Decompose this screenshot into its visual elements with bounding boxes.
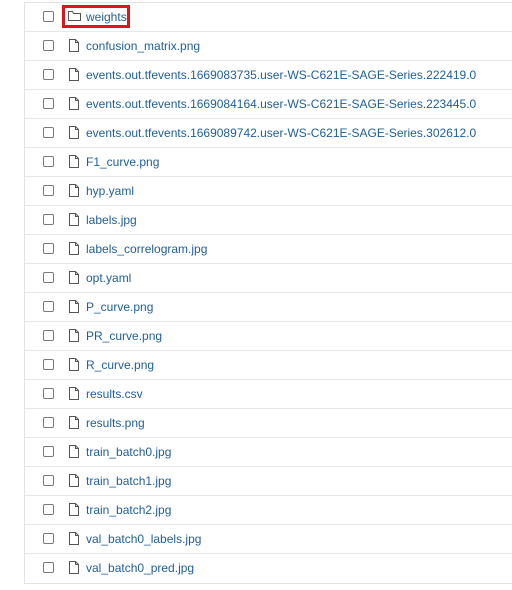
file-row[interactable]: labels_correlogram.jpg	[25, 235, 512, 264]
select-checkbox[interactable]	[43, 243, 54, 254]
select-checkbox[interactable]	[43, 446, 54, 457]
file-name-link[interactable]: val_batch0_pred.jpg	[86, 561, 194, 575]
select-checkbox[interactable]	[43, 69, 54, 80]
file-name-link[interactable]: labels.jpg	[86, 213, 137, 227]
file-name-link[interactable]: events.out.tfevents.1669083735.user-WS-C…	[86, 68, 476, 82]
file-row[interactable]: R_curve.png	[25, 351, 512, 380]
file-icon	[68, 271, 80, 284]
file-icon	[68, 242, 80, 255]
file-name-link[interactable]: P_curve.png	[86, 300, 153, 314]
file-row[interactable]: opt.yaml	[25, 264, 512, 293]
file-name-link[interactable]: confusion_matrix.png	[86, 39, 200, 53]
file-name-link[interactable]: val_batch0_labels.jpg	[86, 532, 201, 546]
file-icon	[68, 213, 80, 226]
file-icon	[68, 561, 80, 574]
file-row[interactable]: val_batch0_labels.jpg	[25, 525, 512, 554]
file-name-link[interactable]: labels_correlogram.jpg	[86, 242, 207, 256]
folder-icon	[68, 10, 81, 23]
file-name-link[interactable]: results.png	[86, 416, 145, 430]
file-name-link[interactable]: weights	[86, 10, 127, 24]
select-checkbox[interactable]	[43, 417, 54, 428]
file-icon	[68, 300, 80, 313]
file-icon	[68, 329, 80, 342]
file-name-link[interactable]: PR_curve.png	[86, 329, 162, 343]
file-name-link[interactable]: train_batch0.jpg	[86, 445, 171, 459]
select-checkbox[interactable]	[43, 475, 54, 486]
file-name-link[interactable]: hyp.yaml	[86, 184, 134, 198]
file-name-link[interactable]: results.csv	[86, 387, 143, 401]
select-checkbox[interactable]	[43, 185, 54, 196]
file-name-link[interactable]: train_batch1.jpg	[86, 474, 171, 488]
file-icon	[68, 503, 80, 516]
select-checkbox[interactable]	[43, 330, 54, 341]
file-row[interactable]: val_batch0_pred.jpg	[25, 554, 512, 583]
select-checkbox[interactable]	[43, 301, 54, 312]
file-icon	[68, 126, 80, 139]
folder-row[interactable]: weights	[25, 3, 512, 32]
file-row[interactable]: events.out.tfevents.1669083735.user-WS-C…	[25, 61, 512, 90]
file-icon	[68, 184, 80, 197]
select-checkbox[interactable]	[43, 11, 54, 22]
file-icon	[68, 474, 80, 487]
file-row[interactable]: train_batch2.jpg	[25, 496, 512, 525]
file-row[interactable]: labels.jpg	[25, 206, 512, 235]
select-checkbox[interactable]	[43, 504, 54, 515]
file-name-link[interactable]: events.out.tfevents.1669089742.user-WS-C…	[86, 126, 476, 140]
file-icon	[68, 416, 80, 429]
file-row[interactable]: PR_curve.png	[25, 322, 512, 351]
select-checkbox[interactable]	[43, 533, 54, 544]
file-row[interactable]: P_curve.png	[25, 293, 512, 322]
select-checkbox[interactable]	[43, 214, 54, 225]
file-icon	[68, 39, 80, 52]
file-list: weights confusion_matrix.png events.out.…	[24, 2, 512, 584]
file-row[interactable]: train_batch1.jpg	[25, 467, 512, 496]
file-row[interactable]: results.png	[25, 409, 512, 438]
select-checkbox[interactable]	[43, 98, 54, 109]
select-checkbox[interactable]	[43, 127, 54, 138]
select-checkbox[interactable]	[43, 562, 54, 573]
file-row[interactable]: events.out.tfevents.1669084164.user-WS-C…	[25, 90, 512, 119]
file-name-link[interactable]: opt.yaml	[86, 271, 131, 285]
file-icon	[68, 97, 80, 110]
file-name-link[interactable]: F1_curve.png	[86, 155, 159, 169]
file-row[interactable]: results.csv	[25, 380, 512, 409]
file-icon	[68, 532, 80, 545]
file-row[interactable]: events.out.tfevents.1669089742.user-WS-C…	[25, 119, 512, 148]
file-icon	[68, 387, 80, 400]
select-checkbox[interactable]	[43, 359, 54, 370]
file-row[interactable]: train_batch0.jpg	[25, 438, 512, 467]
file-name-link[interactable]: train_batch2.jpg	[86, 503, 171, 517]
file-row[interactable]: confusion_matrix.png	[25, 32, 512, 61]
select-checkbox[interactable]	[43, 388, 54, 399]
file-name-link[interactable]: events.out.tfevents.1669084164.user-WS-C…	[86, 97, 476, 111]
file-icon	[68, 68, 80, 81]
file-name-link[interactable]: R_curve.png	[86, 358, 154, 372]
file-row[interactable]: F1_curve.png	[25, 148, 512, 177]
select-checkbox[interactable]	[43, 156, 54, 167]
select-checkbox[interactable]	[43, 272, 54, 283]
select-checkbox[interactable]	[43, 40, 54, 51]
file-icon	[68, 445, 80, 458]
file-row[interactable]: hyp.yaml	[25, 177, 512, 206]
file-icon	[68, 155, 80, 168]
file-icon	[68, 358, 80, 371]
